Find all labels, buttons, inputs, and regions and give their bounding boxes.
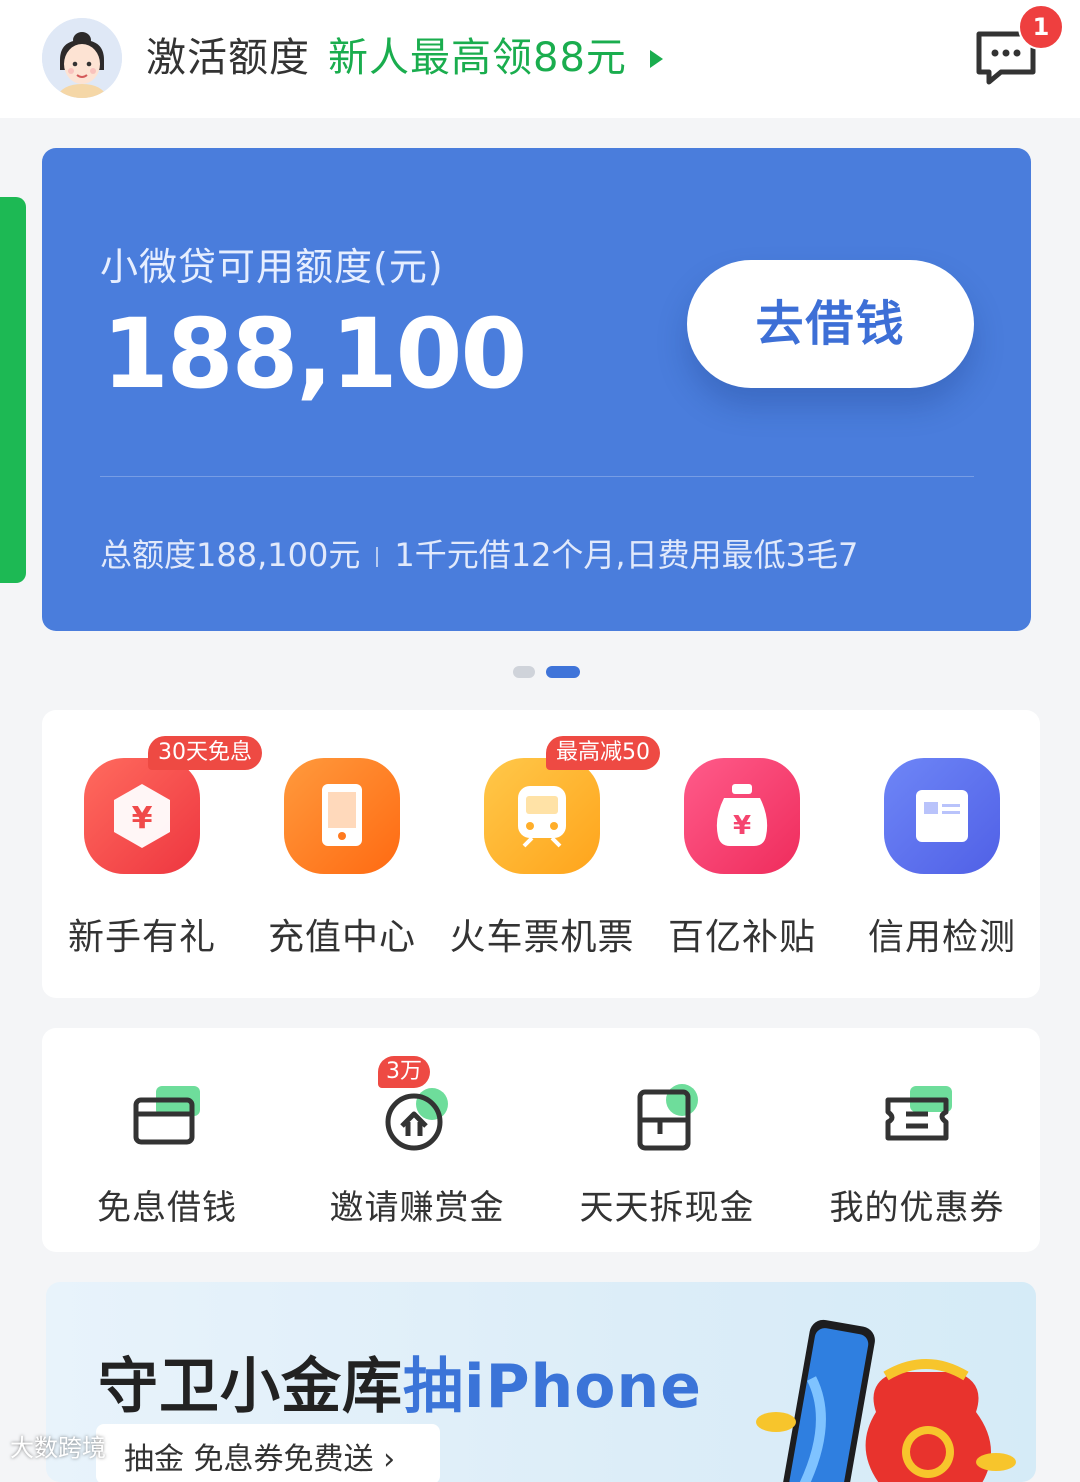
credit-footer: 总额度188,100元 1千元借12个月,日费用最低3毛7 — [100, 530, 858, 576]
newcomer-promo-link[interactable]: 新人最高领88元 — [328, 30, 627, 86]
credit-report-icon — [884, 758, 1000, 874]
phone-recharge-icon — [284, 758, 400, 874]
borrow-button[interactable]: 去借钱 — [687, 260, 974, 388]
service-label: 充值中心 — [267, 917, 416, 958]
train-icon — [484, 758, 600, 874]
coupon-icon — [880, 1080, 956, 1156]
banner-title: 守卫小金库抽iPhone — [98, 1338, 702, 1425]
quick-action-label: 免息借钱 — [97, 1188, 237, 1228]
money-bag-icon: ¥ — [684, 758, 800, 874]
phone-and-lucky-bag-illustration — [756, 1319, 1016, 1482]
promo-arrow-icon[interactable] — [650, 50, 663, 68]
gift-hexagon-icon: ¥ — [84, 758, 200, 874]
quick-actions-panel: 免息借钱 邀请赚赏金 天天拆现金 我的优惠券 — [42, 1028, 1040, 1252]
credit-card[interactable]: 小微贷可用额度(元) 188,100 去借钱 总额度188,100元 1千元借12… — [42, 148, 1031, 631]
banner-title-main: 守卫小金库 — [98, 1352, 403, 1422]
service-label: 火车票机票 — [449, 917, 635, 958]
carousel-dot — [513, 666, 535, 678]
footer-separator — [376, 547, 379, 567]
quick-interest-free-loan[interactable]: 免息借钱 — [42, 1028, 292, 1252]
service-label: 信用检测 — [867, 917, 1016, 958]
service-label: 百亿补贴 — [667, 917, 816, 958]
iphone-lottery-banner[interactable]: 守卫小金库抽iPhone 抽金 免息券免费送 › — [46, 1282, 1036, 1482]
invite-reward-tag-badge: 3万 — [378, 1056, 430, 1088]
fee-note-text: 1千元借12个月,日费用最低3毛7 — [394, 536, 859, 574]
service-credit-check[interactable]: 信用检测 — [842, 710, 1042, 998]
message-count-badge: 1 — [1018, 4, 1064, 50]
quick-action-label: 邀请赚赏金 — [329, 1188, 505, 1228]
user-avatar[interactable] — [42, 18, 122, 98]
service-recharge-center[interactable]: 充值中心 — [242, 710, 442, 998]
svg-text:¥: ¥ — [132, 801, 153, 836]
watermark-text: 大数跨境 — [10, 1434, 106, 1462]
card-divider — [100, 476, 974, 477]
quick-my-coupons[interactable]: 我的优惠券 — [792, 1028, 1042, 1252]
total-quota-text: 总额度188,100元 — [100, 536, 361, 574]
quick-action-label: 我的优惠券 — [829, 1188, 1005, 1228]
service-subsidy[interactable]: ¥ 百亿补贴 — [642, 710, 842, 998]
services-grid: ¥ 新手有礼 30天免息 充值中心 火车票机票 最高减50 ¥ 百亿补贴 信用检… — [42, 710, 1040, 998]
quick-daily-cash[interactable]: 天天拆现金 — [542, 1028, 792, 1252]
service-label: 新手有礼 — [67, 917, 216, 958]
carousel-prev-card-peek[interactable] — [0, 197, 26, 583]
invite-home-icon — [380, 1080, 456, 1156]
carousel-dot-active — [546, 666, 580, 678]
quick-action-label: 天天拆现金 — [579, 1188, 755, 1228]
banner-title-highlight: 抽iPhone — [403, 1352, 702, 1422]
red-envelope-icon — [630, 1080, 706, 1156]
top-header: 激活额度 新人最高领88元 1 — [0, 0, 1080, 118]
svg-text:¥: ¥ — [733, 811, 751, 841]
activate-quota-title[interactable]: 激活额度 — [146, 30, 310, 86]
available-quota-amount: 188,100 — [102, 298, 527, 410]
card-icon — [130, 1080, 206, 1156]
available-quota-label: 小微贷可用额度(元) — [100, 245, 444, 289]
banner-subtitle[interactable]: 抽金 免息券免费送 › — [124, 1434, 395, 1478]
